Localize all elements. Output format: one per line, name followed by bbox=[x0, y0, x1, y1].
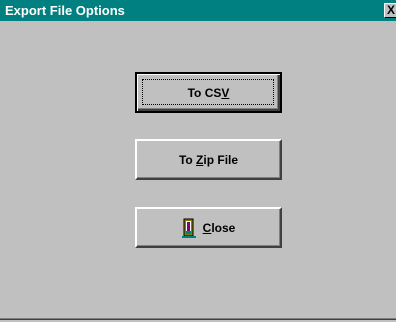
door-exit-icon bbox=[181, 218, 196, 238]
title-bar[interactable]: Export File Options X bbox=[0, 0, 396, 21]
title-close-button[interactable]: X bbox=[384, 3, 396, 18]
dialog-body: To CSV To Zip File Close bbox=[0, 21, 396, 322]
export-file-options-dialog: Export File Options X To CSV To Zip File… bbox=[0, 0, 396, 322]
window-title: Export File Options bbox=[5, 3, 125, 18]
to-zip-file-label: To Zip File bbox=[178, 152, 239, 167]
window-bottom-shadow bbox=[0, 319, 396, 320]
close-x-icon: X bbox=[387, 3, 396, 17]
close-button[interactable]: Close bbox=[135, 207, 282, 248]
to-csv-label: To CSV bbox=[187, 85, 230, 100]
close-label: Close bbox=[202, 220, 236, 235]
to-zip-file-button[interactable]: To Zip File bbox=[135, 139, 282, 180]
to-csv-button[interactable]: To CSV bbox=[135, 72, 282, 113]
